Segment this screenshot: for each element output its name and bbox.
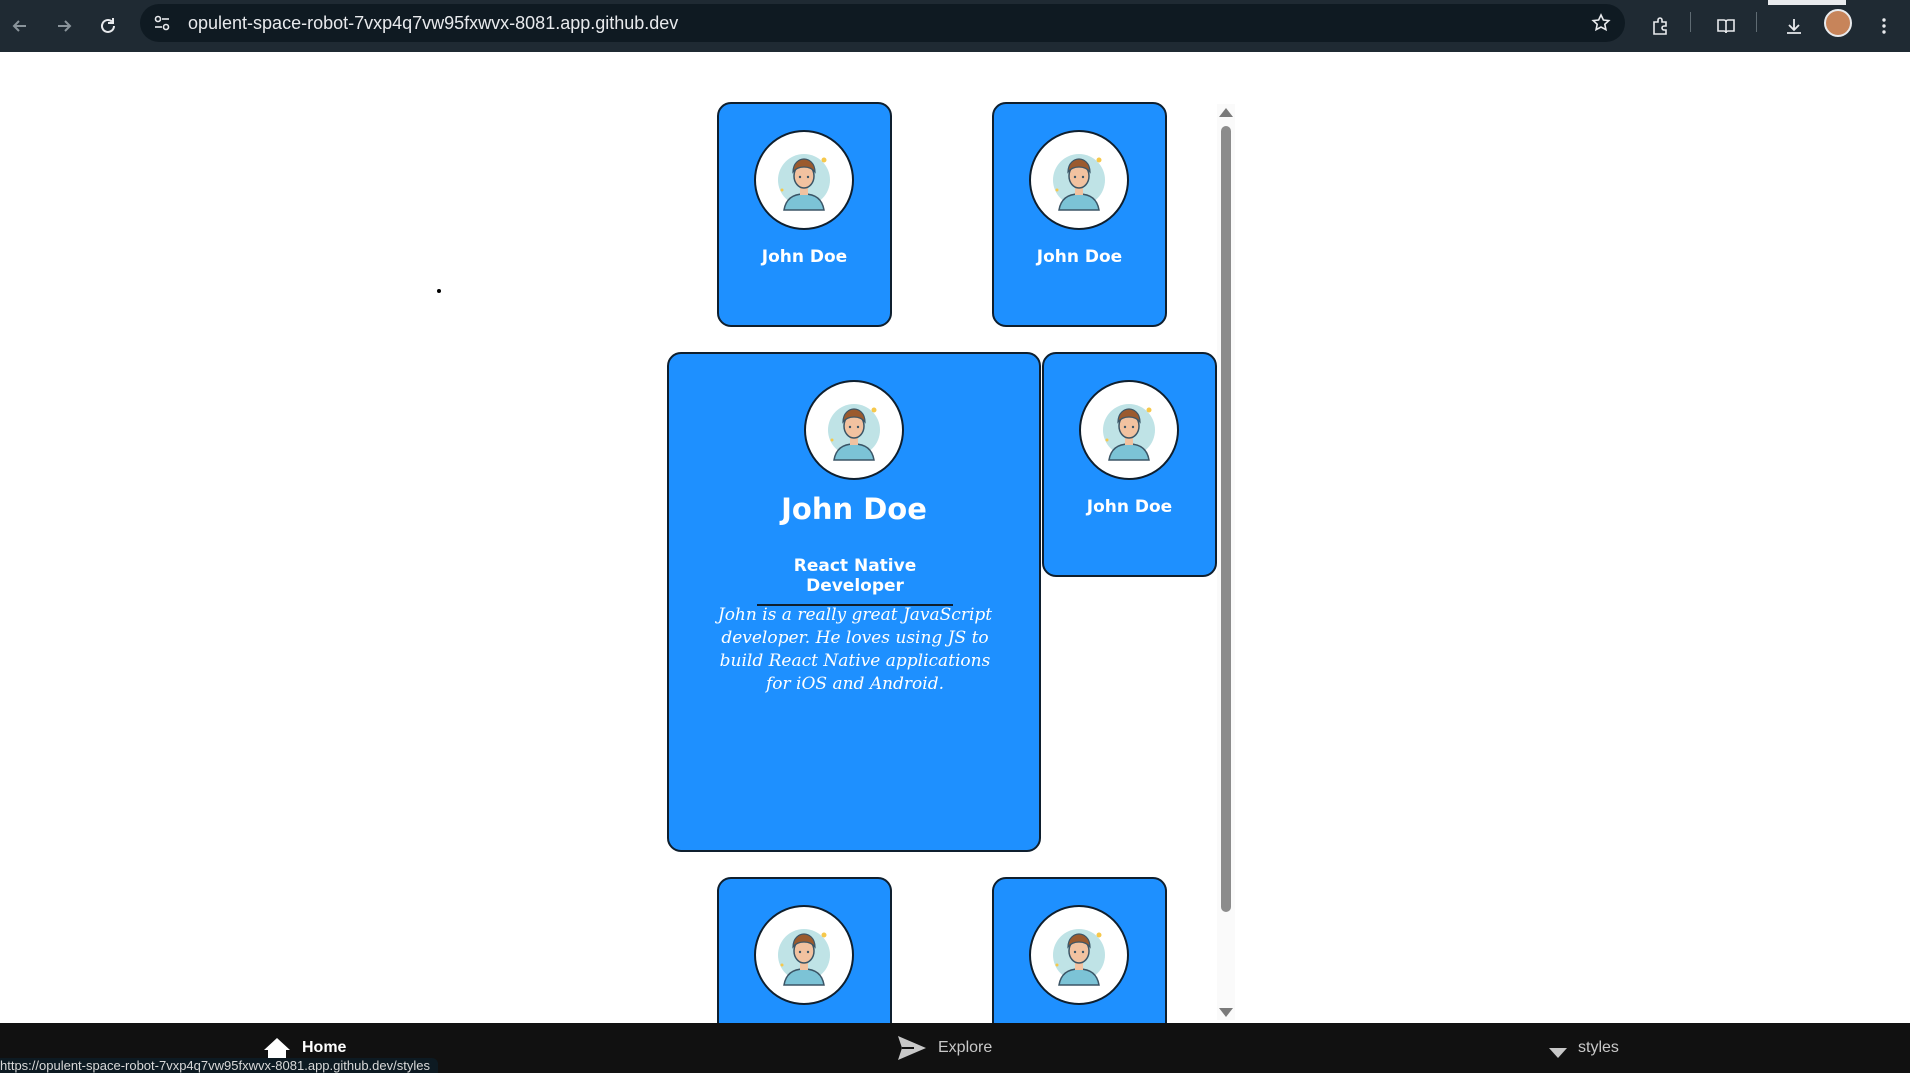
- site-info-icon[interactable]: [152, 13, 172, 33]
- person-illustration-icon: [828, 404, 880, 461]
- tab-styles-label: styles: [1578, 1039, 1619, 1056]
- stray-dot: [437, 289, 441, 293]
- avatar: [1079, 380, 1179, 480]
- tab-explore[interactable]: Explore: [896, 1023, 992, 1073]
- profile-avatar[interactable]: [1824, 9, 1852, 37]
- browser-toolbar: opulent-space-robot-7vxp4q7vw95fxwvx-808…: [0, 0, 1910, 52]
- tab-home-label: Home: [302, 1039, 347, 1056]
- profile-tooltip-edge: [1768, 0, 1846, 5]
- profile-card[interactable]: [717, 877, 892, 1023]
- download-icon[interactable]: [1778, 10, 1810, 42]
- person-illustration-icon: [1103, 404, 1155, 461]
- person-illustration-icon: [1053, 154, 1105, 211]
- scroll-down-arrow-icon[interactable]: [1219, 1008, 1233, 1017]
- reload-icon[interactable]: [92, 10, 124, 42]
- avatar: [804, 380, 904, 480]
- avatar: [1029, 130, 1129, 230]
- profile-card[interactable]: [992, 877, 1167, 1023]
- profile-card-expanded[interactable]: John Doe React Native Developer John is …: [667, 352, 1041, 852]
- tab-explore-label: Explore: [938, 1039, 993, 1056]
- page-content: John Doe John Doe John Doe React Native …: [0, 52, 1910, 1023]
- avatar: [754, 905, 854, 1005]
- card-role: React Native Developer: [757, 556, 953, 606]
- card-name: John Doe: [1036, 247, 1123, 267]
- link-status-bar: https://opulent-space-robot-7vxp4q7vw95f…: [0, 1058, 438, 1073]
- back-icon[interactable]: [4, 10, 36, 42]
- profile-card[interactable]: John Doe: [717, 102, 892, 327]
- forward-icon[interactable]: [48, 10, 80, 42]
- address-bar[interactable]: opulent-space-robot-7vxp4q7vw95fxwvx-808…: [140, 4, 1625, 42]
- person-illustration-icon: [778, 929, 830, 986]
- card-name: John Doe: [761, 247, 848, 267]
- person-illustration-icon: [778, 154, 830, 211]
- reading-mode-icon[interactable]: [1710, 10, 1742, 42]
- send-icon: [898, 1036, 926, 1060]
- browser-menu-icon[interactable]: [1868, 10, 1900, 42]
- home-icon: [264, 1038, 290, 1060]
- person-illustration-icon: [1053, 929, 1105, 986]
- scrollbar-thumb[interactable]: [1221, 126, 1231, 912]
- toolbar-divider: [1756, 12, 1757, 32]
- toolbar-divider: [1690, 12, 1691, 32]
- card-bio: John is a really great JavaScript develo…: [717, 605, 993, 694]
- profile-card[interactable]: John Doe: [992, 102, 1167, 327]
- avatar: [754, 130, 854, 230]
- scroll-up-arrow-icon[interactable]: [1219, 108, 1233, 117]
- url-text[interactable]: opulent-space-robot-7vxp4q7vw95fxwvx-808…: [188, 13, 678, 34]
- card-name-large: John Doe: [781, 492, 927, 526]
- card-name: John Doe: [1086, 497, 1173, 517]
- bookmark-star-icon[interactable]: [1591, 13, 1611, 33]
- tab-styles[interactable]: styles: [1548, 1023, 1619, 1073]
- chevron-down-icon: [1549, 1048, 1567, 1058]
- profile-card[interactable]: John Doe: [1042, 352, 1217, 577]
- extensions-icon[interactable]: [1644, 10, 1676, 42]
- avatar: [1029, 905, 1129, 1005]
